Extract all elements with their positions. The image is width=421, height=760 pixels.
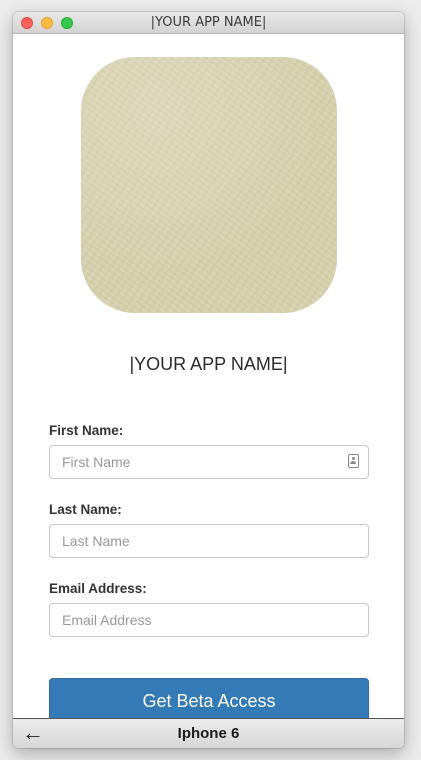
- app-window: |YOUR APP NAME| |YOUR APP NAME| First Na…: [13, 12, 404, 748]
- device-name: Iphone 6: [177, 725, 240, 742]
- title-bar: |YOUR APP NAME|: [13, 12, 404, 34]
- app-icon: [81, 57, 337, 313]
- contact-card-icon[interactable]: [348, 454, 359, 468]
- email-input[interactable]: [49, 603, 369, 637]
- last-name-input[interactable]: [49, 524, 369, 558]
- app-name: |YOUR APP NAME|: [129, 354, 288, 374]
- device-bar: ← Iphone 6: [13, 718, 404, 748]
- main-content: |YOUR APP NAME| First Name: Last Name: E…: [13, 34, 404, 724]
- email-label: Email Address:: [49, 581, 147, 596]
- window-title: |YOUR APP NAME|: [150, 15, 267, 30]
- first-name-input[interactable]: [49, 445, 369, 479]
- first-name-label: First Name:: [49, 423, 124, 438]
- last-name-label: Last Name:: [49, 502, 122, 517]
